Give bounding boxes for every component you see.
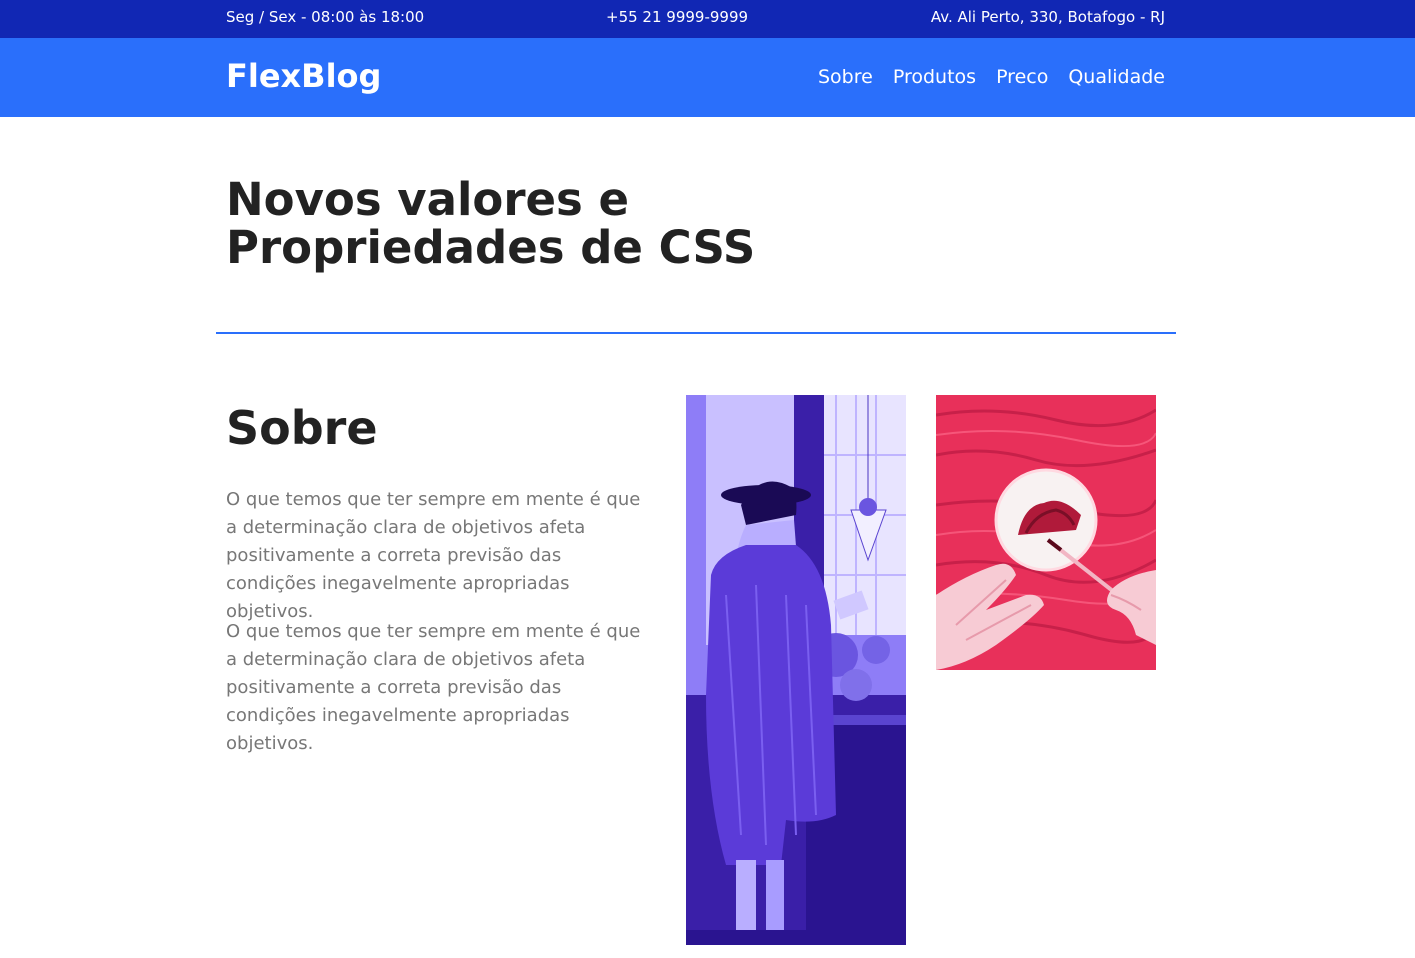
site-header: FlexBlog Sobre Produtos Preco Qualidade [0, 38, 1415, 117]
nav-link-qualidade[interactable]: Qualidade [1068, 65, 1165, 89]
top-info-bar: Seg / Sex - 08:00 às 18:00 +55 21 9999-9… [0, 0, 1415, 38]
opening-hours: Seg / Sex - 08:00 às 18:00 [226, 8, 425, 26]
about-heading: Sobre [226, 401, 378, 455]
nav-link-produtos[interactable]: Produtos [893, 65, 976, 89]
site-logo[interactable]: FlexBlog [226, 56, 381, 96]
page-title: Novos valores e Propriedades de CSS [226, 173, 756, 274]
nav-link-sobre[interactable]: Sobre [818, 65, 873, 89]
nav-link-preco[interactable]: Preco [996, 65, 1048, 89]
section-divider [216, 332, 1176, 334]
about-paragraph: O que temos que ter sempre em mente é qu… [226, 489, 641, 622]
phone-number: +55 21 9999-9999 [606, 8, 749, 26]
address: Av. Ali Perto, 330, Botafogo - RJ [930, 8, 1165, 26]
main-nav: Sobre Produtos Preco Qualidade [818, 65, 1165, 89]
woman-photo [686, 395, 906, 945]
painting-hands-photo [936, 395, 1156, 670]
about-paragraph: O que temos que ter sempre em mente é qu… [226, 621, 641, 754]
